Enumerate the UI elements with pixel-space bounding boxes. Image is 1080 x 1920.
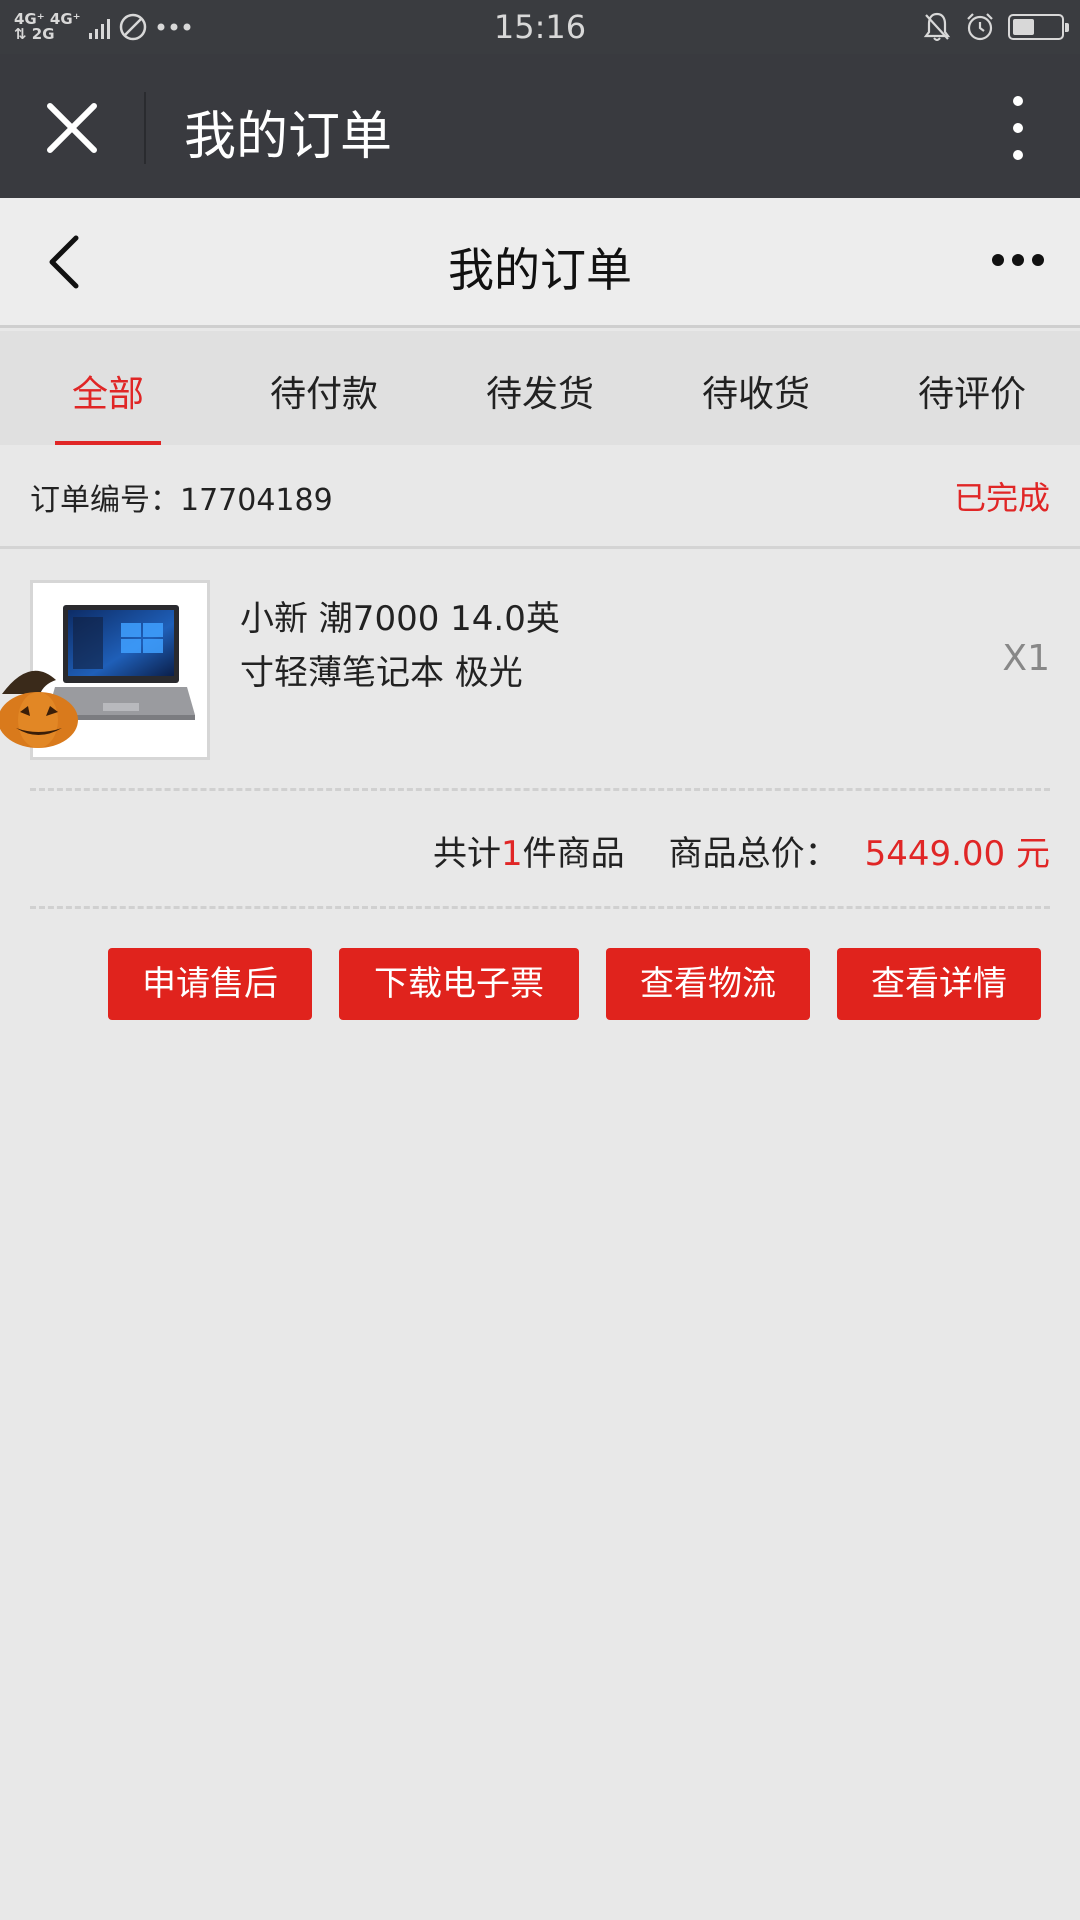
title-divider — [144, 92, 146, 164]
clock: 15:16 — [493, 8, 587, 46]
product-quantity: X1 — [1002, 638, 1050, 679]
item-count: 1 — [500, 834, 523, 874]
wechat-page-title: 我的订单 — [184, 107, 393, 167]
order-status: 已完成 — [953, 479, 1050, 517]
order-summary: 共计 1 件商品 商品总价： 5449.00 元 — [433, 826, 1050, 875]
product-name[interactable]: 小新 潮7000 14.0英寸轻薄笔记本 极光 — [240, 592, 580, 700]
tab-pending-review[interactable]: 待评价 — [864, 331, 1080, 445]
tab-label: 待评价 — [917, 374, 1026, 415]
wechat-title-bar: 我的订单 — [0, 54, 1080, 198]
view-details-button[interactable]: 查看详情 — [837, 948, 1041, 1020]
after-sales-button[interactable]: 申请售后 — [108, 948, 312, 1020]
tab-all[interactable]: 全部 — [0, 331, 216, 445]
horizontal-dots-icon[interactable] — [992, 254, 1044, 266]
order-header: 订单编号：17704189 已完成 — [0, 445, 1080, 549]
bell-muted-icon — [923, 12, 951, 41]
count-prefix: 共计 — [432, 834, 501, 874]
battery-icon — [1008, 14, 1069, 40]
order-actions: 申请售后 下载电子票 查看物流 查看详情 — [0, 948, 1080, 1020]
page-header: 我的订单 — [0, 198, 1080, 328]
order-item[interactable]: 小新 潮7000 14.0英寸轻薄笔记本 极光 X1 — [0, 552, 1080, 792]
alarm-icon — [967, 13, 993, 41]
view-logistics-button[interactable]: 查看物流 — [606, 948, 810, 1020]
download-invoice-button[interactable]: 下载电子票 — [339, 948, 579, 1020]
order-tabs: 全部 待付款 待发货 待收货 待评价 — [0, 331, 1080, 445]
close-icon[interactable] — [40, 96, 104, 160]
divider — [30, 788, 1050, 791]
tab-label: 待收货 — [701, 374, 810, 415]
total-price: 5449.00 元 — [864, 834, 1050, 874]
page-title: 我的订单 — [448, 243, 632, 297]
tab-label: 待付款 — [269, 374, 378, 415]
tab-label: 待发货 — [485, 374, 594, 415]
tab-pending-receipt[interactable]: 待收货 — [648, 331, 864, 445]
pumpkin-icon — [0, 670, 78, 748]
tab-pending-shipment[interactable]: 待发货 — [432, 331, 648, 445]
total-label: 商品总价： — [668, 834, 839, 874]
count-suffix: 件商品 — [522, 834, 625, 874]
order-number: 订单编号：17704189 — [30, 483, 333, 518]
status-bar: 4G⁺ 4G⁺ ⇅ 2G 15:16 — [0, 0, 1080, 54]
tab-pending-payment[interactable]: 待付款 — [216, 331, 432, 445]
tab-label: 全部 — [71, 374, 144, 415]
status-right — [922, 10, 1069, 44]
divider — [30, 906, 1050, 909]
battery-level — [1013, 19, 1034, 35]
vertical-dots-icon[interactable] — [1000, 96, 1036, 160]
